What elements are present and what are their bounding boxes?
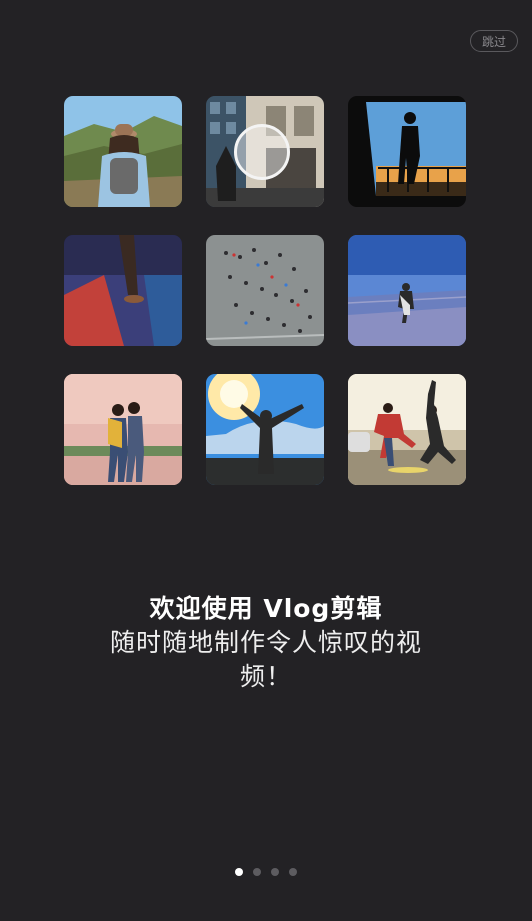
page-dot-1[interactable] xyxy=(235,868,243,876)
onboarding-screen: 跳过 欢迎使用 Vlog剪辑 随时随地制作令人惊叹的视频！ xyxy=(0,0,532,921)
skateboard-friends-photo xyxy=(348,374,466,485)
gallery-photo-dusk[interactable] xyxy=(348,235,466,346)
welcome-message: 欢迎使用 Vlog剪辑 随时随地制作令人惊叹的视频！ xyxy=(0,592,532,694)
record-ring-icon xyxy=(234,124,290,180)
gallery-photo-crowd[interactable] xyxy=(206,235,324,346)
sample-video-grid xyxy=(64,96,468,486)
gallery-photo-sun[interactable] xyxy=(206,374,324,485)
welcome-title: 欢迎使用 Vlog剪辑 xyxy=(149,594,383,623)
gallery-photo-hiker[interactable] xyxy=(64,96,182,207)
crowd-aerial-photo xyxy=(206,235,324,346)
page-dot-3[interactable] xyxy=(271,868,279,876)
gallery-photo-balcony[interactable] xyxy=(348,96,466,207)
gallery-photo-couple[interactable] xyxy=(64,374,182,485)
gallery-photo-skateboard[interactable] xyxy=(348,374,466,485)
page-dot-2[interactable] xyxy=(253,868,261,876)
night-street-photo xyxy=(64,235,182,346)
silhouette-balcony-photo xyxy=(348,96,466,207)
dusk-running-photo xyxy=(348,235,466,346)
page-dot-4[interactable] xyxy=(289,868,297,876)
gallery-photo-street[interactable] xyxy=(206,96,324,207)
gallery-photo-night-street[interactable] xyxy=(64,235,182,346)
skip-button[interactable]: 跳过 xyxy=(470,30,518,52)
welcome-subtitle: 随时随地制作令人惊叹的视频！ xyxy=(109,628,422,691)
sun-arms-raised-photo xyxy=(206,374,324,485)
page-indicator xyxy=(0,868,532,876)
couple-river-photo xyxy=(64,374,182,485)
hiker-backpack-photo xyxy=(64,96,182,207)
